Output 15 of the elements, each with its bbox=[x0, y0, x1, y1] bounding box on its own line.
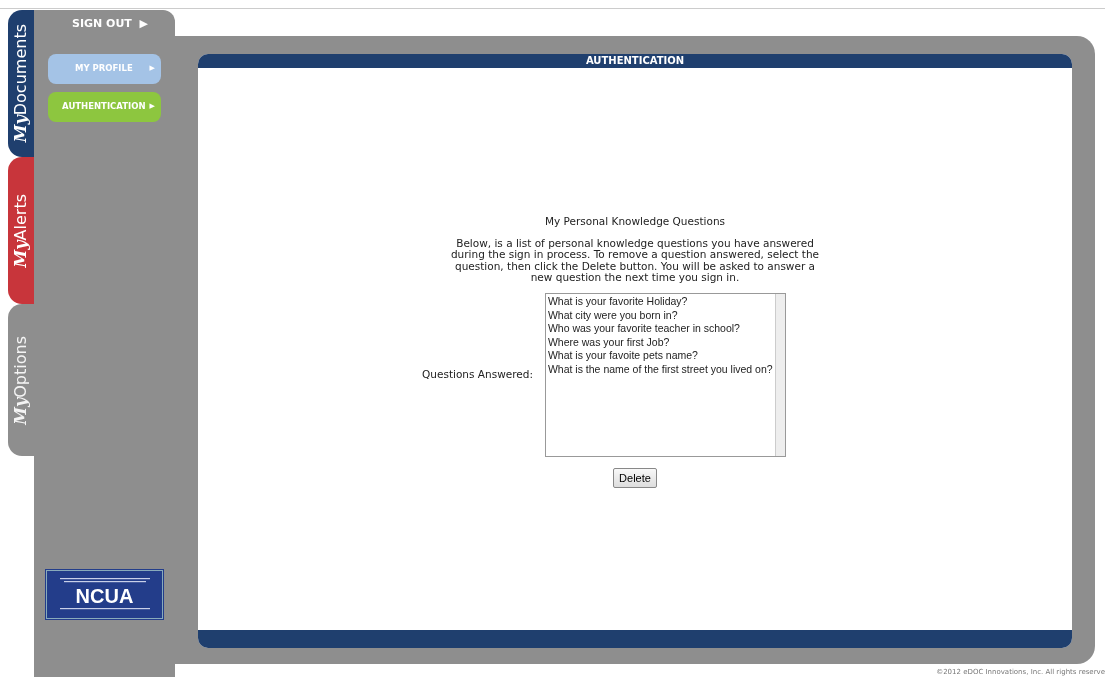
panel-header: AUTHENTICATION bbox=[198, 54, 1072, 68]
section-heading: My Personal Knowledge Questions bbox=[544, 214, 726, 229]
list-option[interactable]: What city were you born in? bbox=[547, 308, 773, 323]
list-option[interactable]: Who was your favorite teacher in school? bbox=[547, 322, 773, 336]
instructions-text: Below, is a list of personal knowledge questions you have answered during the sign in process. To remove a question answered, select the question, then click the Delete button. You will be asked to answer a new question the next time you sign in. bbox=[450, 237, 820, 284]
side-tab[interactable]: MyAlerts bbox=[8, 157, 34, 304]
list-option[interactable]: Where was your first Job? bbox=[547, 335, 773, 350]
list-option[interactable]: What is the name of the first street you lived on? bbox=[547, 362, 773, 377]
questions-listbox[interactable] bbox=[544, 292, 786, 457]
delete-button[interactable]: Delete bbox=[613, 467, 657, 489]
side-tab[interactable]: MyDocuments bbox=[8, 10, 34, 157]
list-label: Questions Answered: bbox=[422, 367, 533, 383]
list-option[interactable]: What is your favoite pets name? bbox=[547, 349, 773, 363]
badge-title: NCUA bbox=[74, 586, 135, 606]
list-option[interactable]: What is your favorite Holiday? bbox=[547, 294, 773, 309]
